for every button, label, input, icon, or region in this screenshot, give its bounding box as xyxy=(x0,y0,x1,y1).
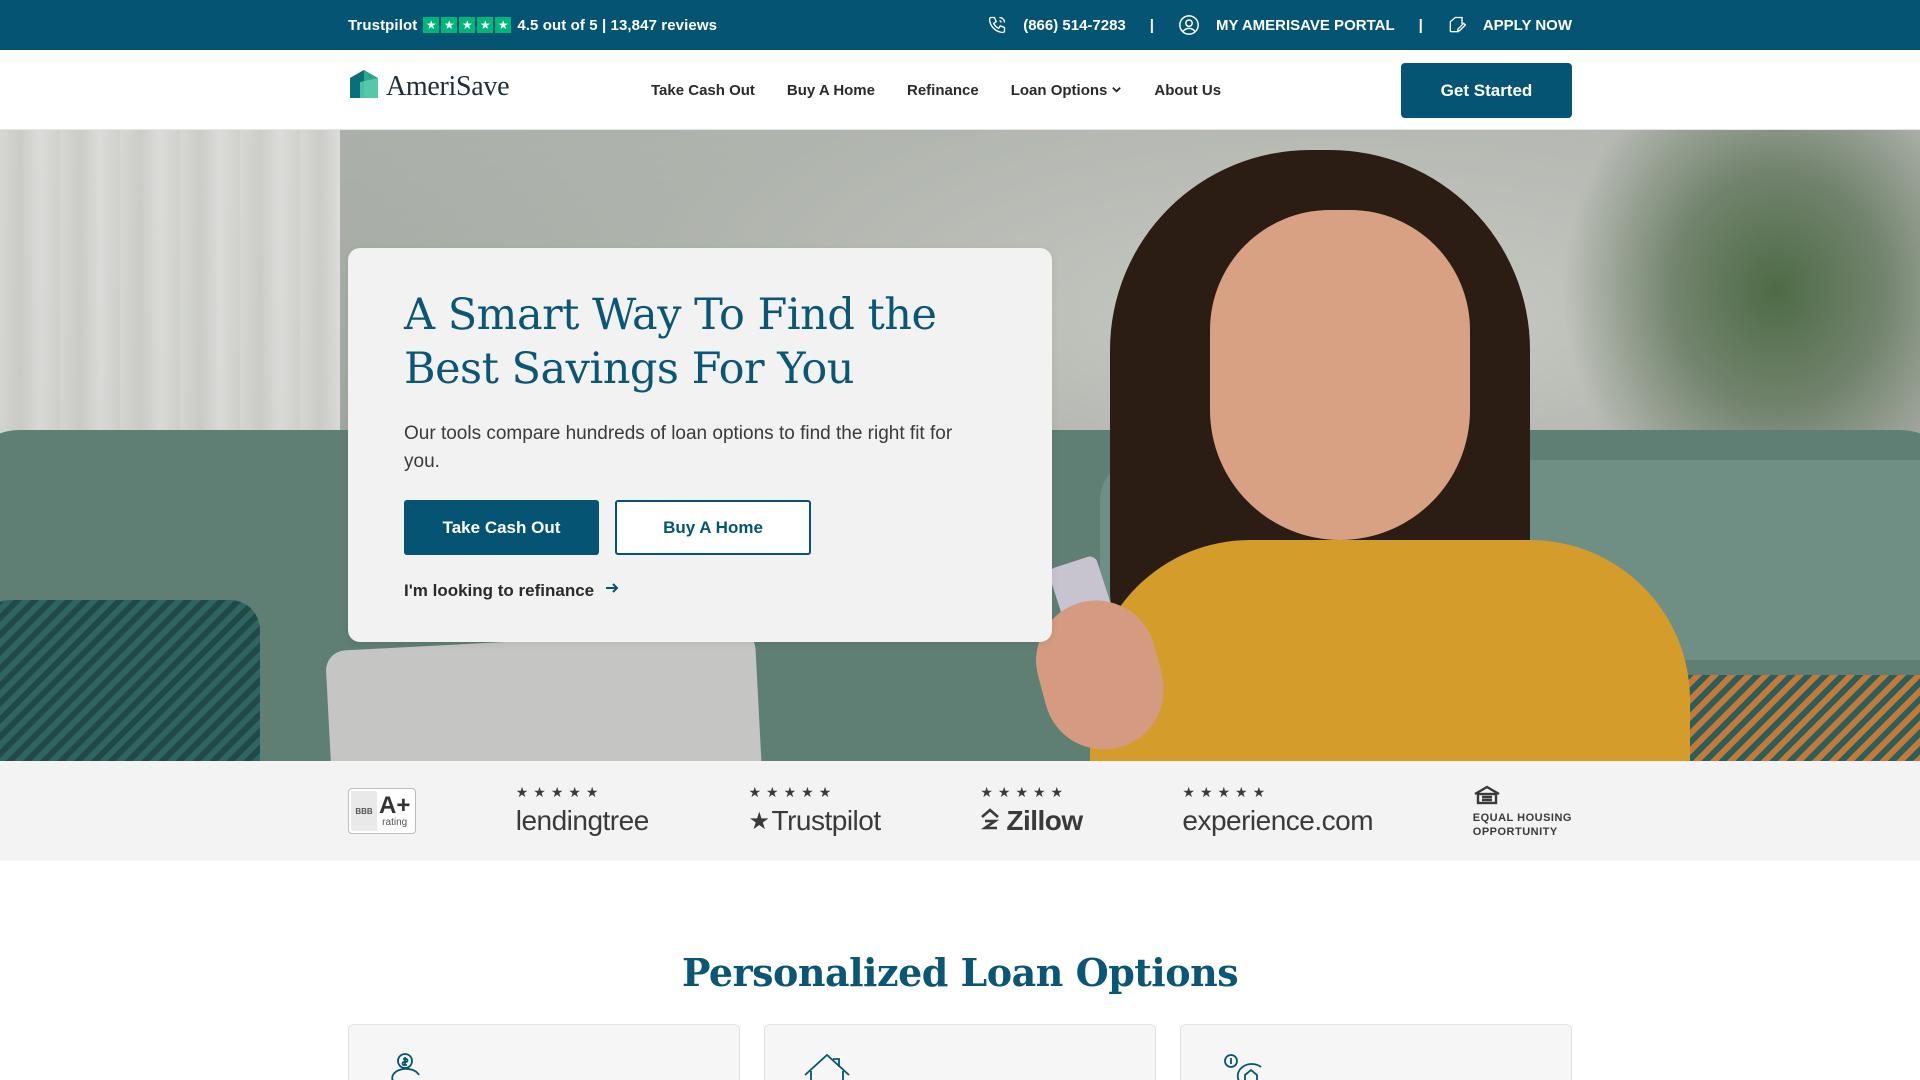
hero-title: A Smart Way To Find the Best Savings For… xyxy=(404,290,937,394)
stars-icon: ★★★★★ xyxy=(748,785,837,801)
pillow-left-image xyxy=(0,600,260,761)
pillow-right-image xyxy=(1660,675,1920,761)
nav-refinance[interactable]: Refinance xyxy=(907,82,979,99)
trustpilot-logo: Trustpilot xyxy=(771,805,882,836)
nav-loan-options-label: Loan Options xyxy=(1010,81,1108,99)
refinance-link[interactable]: I'm looking to refinance xyxy=(404,580,620,601)
trustpilot-badge[interactable]: ★★★★★ ★ Trustpilot xyxy=(748,785,882,837)
star-icon: ★ xyxy=(495,17,512,33)
phone-link[interactable]: (866) 514-7283 xyxy=(987,15,1126,35)
section-title: Personalized Loan Options xyxy=(681,950,1239,995)
portal-label: MY AMERISAVE PORTAL xyxy=(1215,16,1395,34)
main-nav: Take Cash Out Buy A Home Refinance Loan … xyxy=(651,50,1221,130)
woman-face-image xyxy=(1210,210,1470,540)
trust-badges-strip: BBB A+ rating ★★★★★ lendingtree ★★★★★ ★ … xyxy=(0,761,1920,861)
trustpilot-rating[interactable]: Trustpilot ★ ★ ★ ★ ★ 4.5 out of 5 | 13,8… xyxy=(348,17,717,34)
main-header: AmeriSave Take Cash Out Buy A Home Refin… xyxy=(0,50,1920,130)
apply-now-link[interactable]: APPLY NOW xyxy=(1447,15,1572,35)
user-circle-icon xyxy=(1178,14,1200,36)
equal-housing-text-2: OPPORTUNITY xyxy=(1472,825,1558,838)
loan-option-card[interactable] xyxy=(764,1024,1156,1080)
nav-take-cash-out[interactable]: Take Cash Out xyxy=(651,82,755,99)
arrow-right-icon xyxy=(604,580,620,601)
lendingtree-logo: lendingtree xyxy=(515,805,650,836)
star-icon: ★ xyxy=(748,807,771,835)
lendingtree-badge[interactable]: ★★★★★ lendingtree xyxy=(515,785,650,837)
hero-subtitle: Our tools compare hundreds of loan optio… xyxy=(404,423,953,472)
laptop-image xyxy=(325,628,765,761)
equal-housing-badge: EQUAL HOUSING OPPORTUNITY xyxy=(1473,785,1572,838)
top-utility-bar: Trustpilot ★ ★ ★ ★ ★ 4.5 out of 5 | 13,8… xyxy=(0,0,1920,50)
take-cash-out-button[interactable]: Take Cash Out xyxy=(404,500,599,555)
bbb-grade: A+ xyxy=(379,792,411,819)
stars-icon: ★★★★★ xyxy=(1182,785,1271,801)
loan-option-card[interactable] xyxy=(348,1024,740,1080)
hero-card: A Smart Way To Find the Best Savings For… xyxy=(348,248,1052,642)
portal-link[interactable]: MY AMERISAVE PORTAL xyxy=(1178,14,1395,36)
equal-housing-icon xyxy=(1473,785,1501,810)
get-started-button[interactable]: Get Started xyxy=(1401,63,1572,118)
buy-a-home-button[interactable]: Buy A Home xyxy=(615,500,811,555)
stars-icon: ★★★★★ xyxy=(515,785,604,801)
separator: | xyxy=(1418,16,1423,34)
nav-buy-a-home[interactable]: Buy A Home xyxy=(787,82,875,99)
phone-icon xyxy=(987,15,1007,35)
bbb-seal-icon: BBB xyxy=(351,791,377,831)
star-icon: ★ xyxy=(459,17,476,33)
chevron-down-icon xyxy=(1111,82,1122,99)
apply-now-label: APPLY NOW xyxy=(1482,16,1572,34)
trustpilot-stars: ★ ★ ★ ★ ★ xyxy=(423,17,512,33)
equal-housing-text-1: EQUAL HOUSING xyxy=(1472,811,1572,824)
experience-badge[interactable]: ★★★★★ experience.com xyxy=(1182,785,1373,837)
stars-icon: ★★★★★ xyxy=(980,785,1069,801)
nav-loan-options[interactable]: Loan Options xyxy=(1011,82,1123,99)
bbb-badge[interactable]: BBB A+ rating xyxy=(348,788,416,834)
star-icon: ★ xyxy=(441,17,458,33)
house-refresh-icon xyxy=(1219,1051,1267,1080)
loan-option-cards xyxy=(348,1024,1572,1080)
zillow-badge[interactable]: ★★★★★ Zillow xyxy=(980,785,1083,837)
star-icon: ★ xyxy=(423,17,440,33)
rating-text: 4.5 out of 5 | 13,847 reviews xyxy=(517,16,718,34)
document-pen-icon xyxy=(1447,15,1467,35)
logo-mark-icon xyxy=(348,68,380,105)
amerisave-logo[interactable]: AmeriSave xyxy=(348,68,510,105)
trustpilot-label: Trustpilot xyxy=(348,16,418,34)
phone-number: (866) 514-7283 xyxy=(1023,16,1126,34)
experience-logo: experience.com xyxy=(1182,805,1374,836)
bbb-rating-label: rating xyxy=(382,817,408,828)
hero-section: A Smart Way To Find the Best Savings For… xyxy=(0,130,1920,761)
refinance-link-label: I'm looking to refinance xyxy=(404,580,595,600)
zillow-z-icon xyxy=(980,807,1000,835)
separator: | xyxy=(1149,16,1154,34)
zillow-logo: Zillow xyxy=(1006,805,1083,836)
loan-option-card[interactable] xyxy=(1180,1024,1572,1080)
logo-text: AmeriSave xyxy=(386,70,510,102)
star-icon: ★ xyxy=(477,17,494,33)
piggy-bank-dollar-icon xyxy=(387,1051,427,1080)
house-icon xyxy=(803,1051,853,1080)
nav-about-us[interactable]: About Us xyxy=(1154,82,1221,99)
woman-sweater-image xyxy=(1090,540,1690,761)
